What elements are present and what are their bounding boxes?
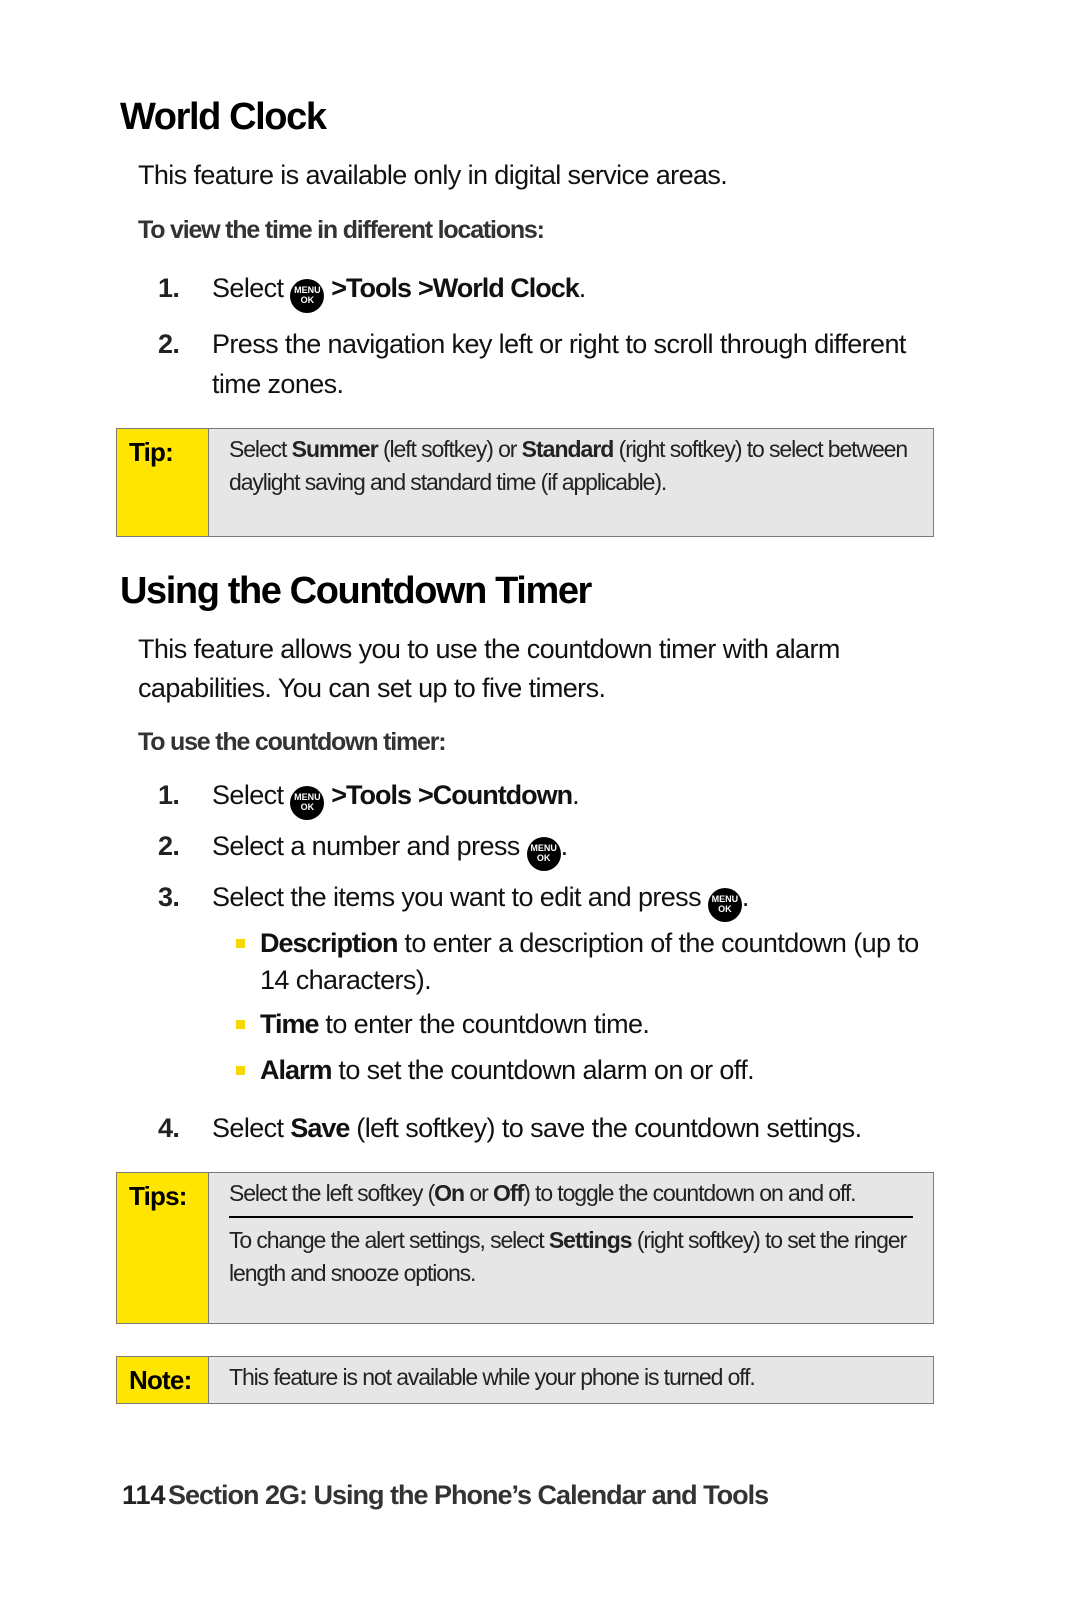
step-number: 2.	[158, 329, 180, 359]
note-box: Note: This feature is not available whil…	[116, 1356, 934, 1404]
tip-1-text: Select the left softkey (On or Off) to t…	[229, 1180, 857, 1206]
world-clock-intro: This feature is available only in digita…	[138, 160, 728, 190]
menu-path-item: World Clock	[432, 273, 580, 303]
tip-box: Tip: Select Summer (left softkey) or Sta…	[116, 428, 934, 537]
world-clock-heading: World Clock	[120, 96, 327, 138]
step-text: Select	[212, 273, 291, 303]
step-number: 1.	[158, 273, 180, 303]
step-number: 3.	[158, 882, 180, 912]
menu-ok-key-icon: MENU OK	[707, 888, 742, 922]
separator: >	[331, 780, 347, 810]
menu-path-item: Countdown	[432, 780, 573, 810]
countdown-heading: Using the Countdown Timer	[120, 570, 592, 612]
tips-label: Tips:	[117, 1173, 209, 1323]
menu-path-item: Tools	[346, 273, 412, 303]
page-number: 114	[122, 1480, 166, 1510]
bullet-square-icon	[236, 939, 245, 948]
menu-ok-key-icon: MENU OK	[290, 786, 325, 820]
section-title: Section 2G: Using the Phone’s Calendar a…	[168, 1480, 769, 1510]
note-label: Note:	[117, 1357, 209, 1403]
step-text: Select the items you want to edit and pr…	[212, 882, 708, 912]
separator: >	[417, 780, 434, 810]
step-number: 1.	[158, 780, 180, 810]
menu-ok-key-icon: MENU OK	[290, 279, 325, 313]
tips-box: Tips: Select the left softkey (On or Off…	[116, 1172, 934, 1324]
step-text: Select	[212, 780, 291, 810]
separator: >	[331, 273, 347, 303]
countdown-intro: This feature allows you to use the count…	[138, 634, 840, 703]
bullet-square-icon	[236, 1066, 245, 1075]
step-text: Select a number and press	[212, 831, 527, 861]
tips-divider	[229, 1216, 913, 1218]
note-text: This feature is not available while your…	[229, 1364, 756, 1390]
tip-text: Select Summer (left softkey) or Standard…	[229, 436, 908, 495]
step-number: 2.	[158, 831, 180, 861]
tips-content: Select the left softkey (On or Off) to t…	[229, 1177, 913, 1290]
step-text: Press the navigation key left or right t…	[212, 329, 906, 399]
countdown-subheading: To use the countdown timer:	[138, 728, 447, 756]
tip-label: Tip:	[117, 429, 209, 536]
bullet-square-icon	[236, 1020, 245, 1029]
manual-page: World Clock This feature is available on…	[0, 0, 1080, 1620]
menu-path-item: Tools	[346, 780, 412, 810]
step-number: 4.	[158, 1113, 180, 1143]
world-clock-subheading: To view the time in different locations:	[138, 216, 545, 244]
tip-2-text: To change the alert settings, select Set…	[229, 1227, 907, 1286]
menu-ok-key-icon: MENU OK	[526, 837, 561, 871]
separator: >	[417, 273, 434, 303]
